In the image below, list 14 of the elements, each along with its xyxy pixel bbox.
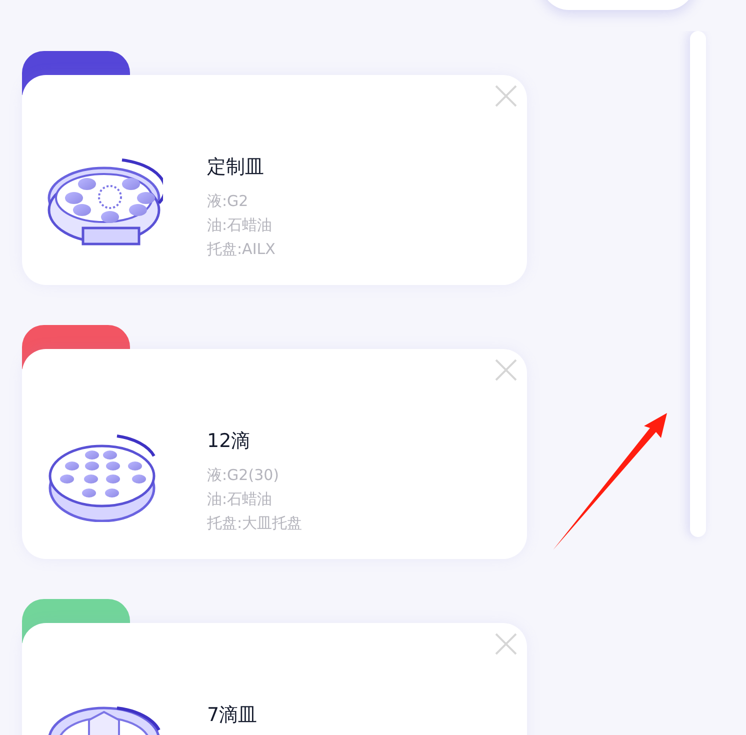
scrollbar[interactable] <box>690 31 706 537</box>
close-icon[interactable] <box>495 359 517 381</box>
dish-detail: 油:石蜡油 <box>207 489 274 510</box>
dish-detail: 托盘:大皿托盘 <box>207 513 302 534</box>
close-icon[interactable] <box>495 85 517 107</box>
dish-detail: 液:G2 <box>207 191 250 212</box>
dish-detail: 托盘:AILX <box>207 239 276 260</box>
dish-detail: 液:G2(30) <box>207 465 280 486</box>
dish-detail: 油:石蜡油 <box>207 215 274 236</box>
petri-dish-icon <box>47 158 163 248</box>
dish-name: 12滴 <box>207 429 252 454</box>
dish-name: 定制皿 <box>207 155 265 180</box>
close-icon[interactable] <box>495 633 517 655</box>
dish-name: 7滴皿 <box>207 703 258 728</box>
